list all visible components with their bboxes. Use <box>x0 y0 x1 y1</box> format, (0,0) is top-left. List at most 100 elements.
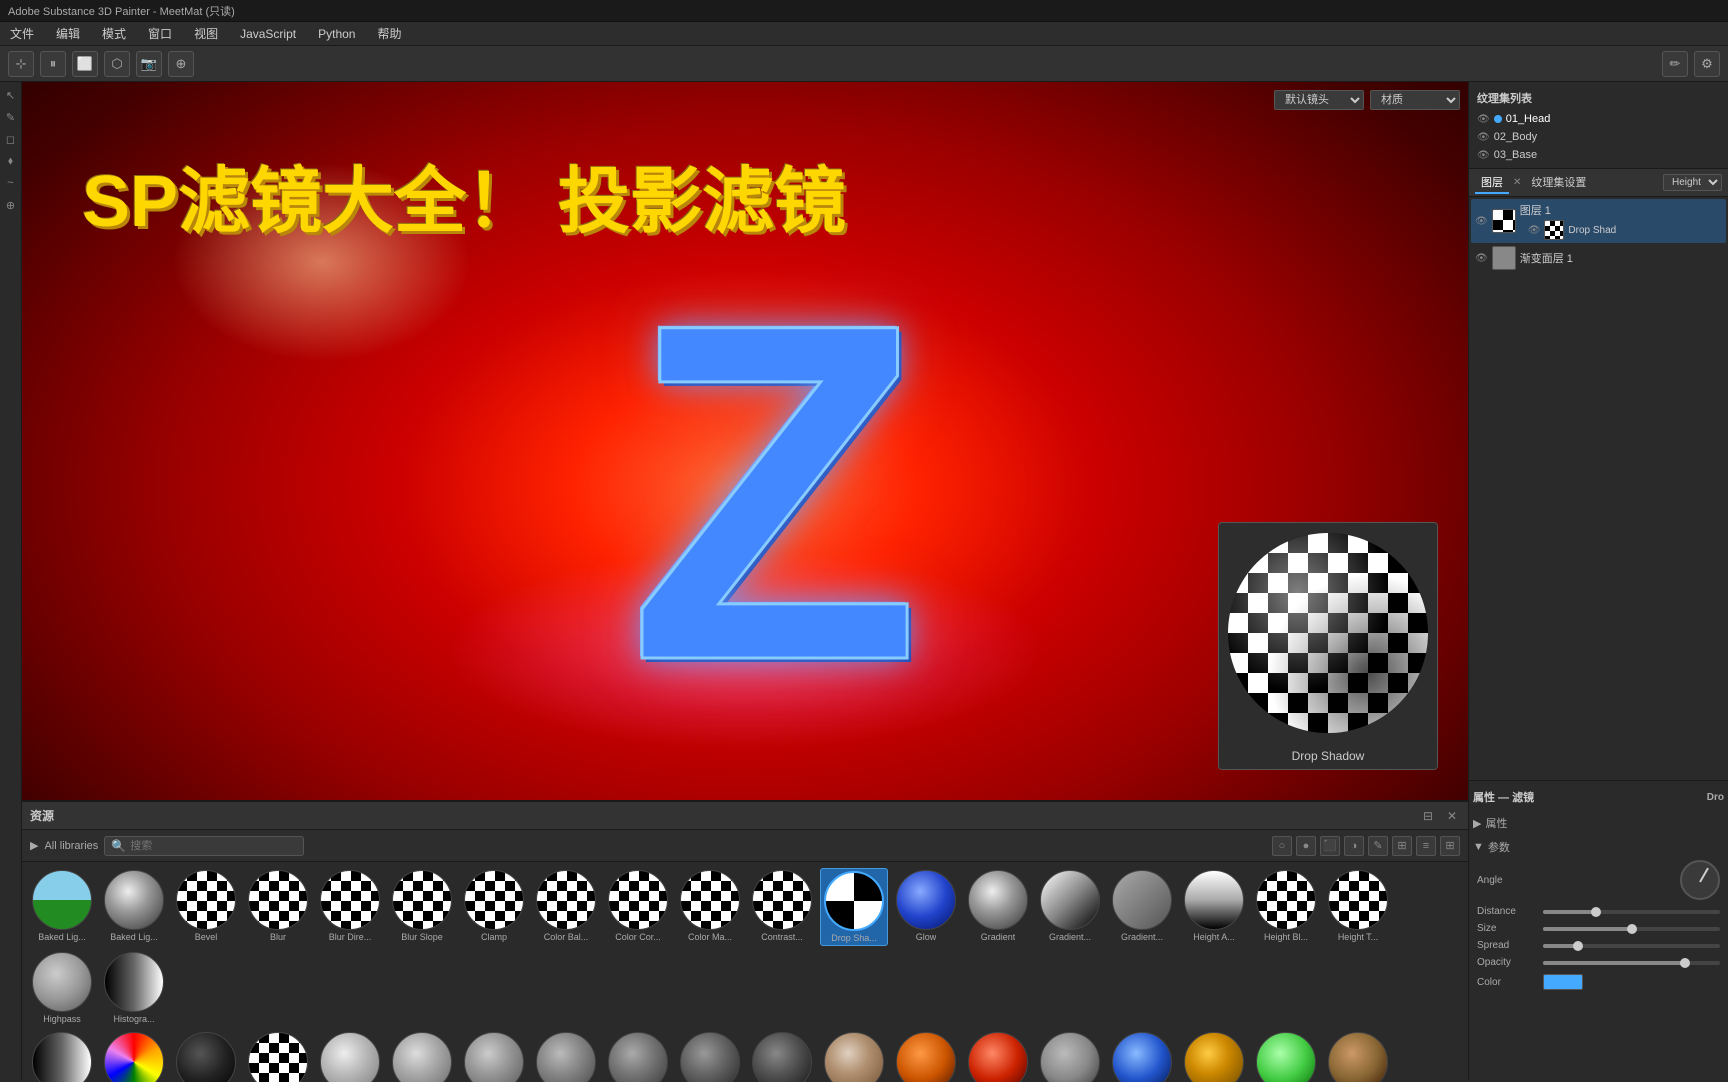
asset-item[interactable]: MatFinis... <box>676 1030 744 1082</box>
asset-item[interactable]: MatFinis... <box>316 1030 384 1082</box>
layer-item-1[interactable]: 👁 图层 1 👁 Drop Shad <box>1471 199 1726 243</box>
opacity-slider[interactable] <box>1543 961 1720 965</box>
texture-set-head[interactable]: 👁 01_Head <box>1473 110 1724 128</box>
eye-icon-filter[interactable]: 👁 <box>1528 225 1541 236</box>
asset-item[interactable]: Drop Sha... <box>820 868 888 946</box>
asset-item[interactable]: Height Bl... <box>1252 868 1320 946</box>
asset-item[interactable]: MatFx De... <box>964 1030 1032 1082</box>
toolbar-target[interactable]: ⊕ <box>168 51 194 77</box>
asset-item[interactable]: MatFinis... <box>604 1030 672 1082</box>
asset-item[interactable]: MatFx Co... <box>892 1030 960 1082</box>
menu-mode[interactable]: 模式 <box>98 23 130 44</box>
filter-btn-2[interactable]: ● <box>1296 836 1316 856</box>
asset-item[interactable]: Baked Lig... <box>28 868 96 946</box>
asset-item[interactable]: MatFx Oil... <box>1180 1030 1248 1082</box>
asset-item[interactable]: Clamp <box>460 868 528 946</box>
layer-item-fill[interactable]: 👁 渐变面层 1 <box>1471 243 1726 273</box>
asset-item[interactable]: Histogra... <box>100 950 168 1026</box>
filter-btn-7[interactable]: ≡ <box>1416 836 1436 856</box>
asset-item[interactable]: MatFinis... <box>388 1030 456 1082</box>
tab-texture-settings[interactable]: 纹理集设置 <box>1525 172 1592 194</box>
toolbar-pointer[interactable]: ⊹ <box>8 51 34 77</box>
eye-icon-layer1[interactable]: 👁 <box>1475 216 1488 227</box>
menu-python[interactable]: Python <box>314 25 359 43</box>
asset-item[interactable]: Blur Slope <box>388 868 456 946</box>
channel-dropdown[interactable]: 材质 <box>1370 90 1460 110</box>
attributes-header[interactable]: ▶ 属性 <box>1473 813 1724 833</box>
viewport[interactable]: SP滤镜大全！ 投影滤镜 Z 默认镜头 材质 Drop Shadow <box>22 82 1468 800</box>
menu-javascript[interactable]: JavaScript <box>236 25 300 43</box>
tool-erase[interactable]: ◻ <box>2 130 20 148</box>
asset-item[interactable]: Color Cor... <box>604 868 672 946</box>
toolbar-settings[interactable]: ⚙ <box>1694 51 1720 77</box>
asset-item[interactable]: MatFinis... <box>460 1030 528 1082</box>
tool-fill[interactable]: ⬧ <box>2 152 20 170</box>
asset-item[interactable]: Highpass <box>28 950 96 1026</box>
filter-btn-grid[interactable]: ⊞ <box>1440 836 1460 856</box>
asset-item[interactable]: MatFinis... <box>820 1030 888 1082</box>
distance-slider[interactable] <box>1543 910 1720 914</box>
asset-item[interactable]: MatFx Ru... <box>1324 1030 1392 1082</box>
menu-file[interactable]: 文件 <box>6 23 38 44</box>
filter-btn-5[interactable]: ✎ <box>1368 836 1388 856</box>
menu-help[interactable]: 帮助 <box>373 23 405 44</box>
toolbar-pause[interactable]: ⏸ <box>40 51 66 77</box>
angle-dial[interactable] <box>1680 860 1720 900</box>
menu-window[interactable]: 窗口 <box>144 23 176 44</box>
toolbar-camera[interactable]: 📷 <box>136 51 162 77</box>
lib-label[interactable]: All libraries <box>44 840 98 852</box>
camera-dropdown[interactable]: 默认镜头 <box>1274 90 1364 110</box>
filter-btn-4[interactable]: ◑ <box>1344 836 1364 856</box>
asset-search-box[interactable]: 🔍 <box>104 836 304 856</box>
filter-btn-1[interactable]: ○ <box>1272 836 1292 856</box>
asset-item[interactable]: Glow <box>892 868 960 946</box>
toolbar-box[interactable]: ⬜ <box>72 51 98 77</box>
tab-close[interactable]: ✕ <box>1513 177 1521 188</box>
asset-item[interactable]: MatFinis... <box>532 1030 600 1082</box>
asset-item[interactable]: Color Bal... <box>532 868 600 946</box>
tab-layers[interactable]: 图层 <box>1475 172 1509 194</box>
asset-item[interactable]: Blur <box>244 868 312 946</box>
asset-item[interactable]: Histogra... <box>28 1030 96 1082</box>
tool-paint[interactable]: ✎ <box>2 108 20 126</box>
tool-clone[interactable]: ⊕ <box>2 196 20 214</box>
asset-item[interactable]: Gradient... <box>1036 868 1104 946</box>
asset-item[interactable]: Color Ma... <box>676 868 744 946</box>
eye-icon-body[interactable]: 👁 <box>1477 132 1490 143</box>
asset-item[interactable]: Blur Dire... <box>316 868 384 946</box>
asset-item[interactable]: Gradient... <box>1108 868 1176 946</box>
filter-btn-3[interactable]: ⬛ <box>1320 836 1340 856</box>
asset-item[interactable]: Contrast... <box>748 868 816 946</box>
eye-icon-head[interactable]: 👁 <box>1477 114 1490 125</box>
color-swatch[interactable] <box>1543 974 1583 990</box>
eye-icon-base[interactable]: 👁 <box>1477 150 1490 161</box>
tool-select[interactable]: ↖ <box>2 86 20 104</box>
toolbar-3d[interactable]: ⬡ <box>104 51 130 77</box>
asset-item[interactable]: Mask Out... <box>244 1030 312 1082</box>
asset-close-btn[interactable]: ✕ <box>1444 808 1460 824</box>
menu-edit[interactable]: 编辑 <box>52 23 84 44</box>
texture-set-body[interactable]: 👁 02_Body <box>1473 128 1724 146</box>
toolbar-paint[interactable]: ✏ <box>1662 51 1688 77</box>
asset-item[interactable]: HSL Perc... <box>100 1030 168 1082</box>
asset-item[interactable]: MatFx Pe... <box>1252 1030 1320 1082</box>
asset-item[interactable]: Bevel <box>172 868 240 946</box>
asset-item[interactable]: Height T... <box>1324 868 1392 946</box>
tool-smudge[interactable]: ~ <box>2 174 20 192</box>
size-slider[interactable] <box>1543 927 1720 931</box>
spread-slider[interactable] <box>1543 944 1720 948</box>
texture-set-base[interactable]: 👁 03_Base <box>1473 146 1724 164</box>
lib-expand-icon[interactable]: ▶ <box>30 839 38 852</box>
search-input[interactable] <box>130 840 297 852</box>
filter-btn-6[interactable]: ⊞ <box>1392 836 1412 856</box>
parameters-header[interactable]: ▼ 参数 <box>1473 837 1724 857</box>
filter-item-dropshadow[interactable]: 👁 Drop Shad <box>1520 218 1722 240</box>
asset-dock-btn[interactable]: ⊟ <box>1420 808 1436 824</box>
asset-item[interactable]: MatFx HB... <box>1108 1030 1176 1082</box>
asset-item[interactable]: MatFx Ed... <box>1036 1030 1104 1082</box>
asset-item[interactable]: Height A... <box>1180 868 1248 946</box>
asset-item[interactable]: Baked Lig... <box>100 868 168 946</box>
menu-view[interactable]: 视图 <box>190 23 222 44</box>
asset-item[interactable]: Invert <box>172 1030 240 1082</box>
eye-icon-fill[interactable]: 👁 <box>1475 253 1488 264</box>
